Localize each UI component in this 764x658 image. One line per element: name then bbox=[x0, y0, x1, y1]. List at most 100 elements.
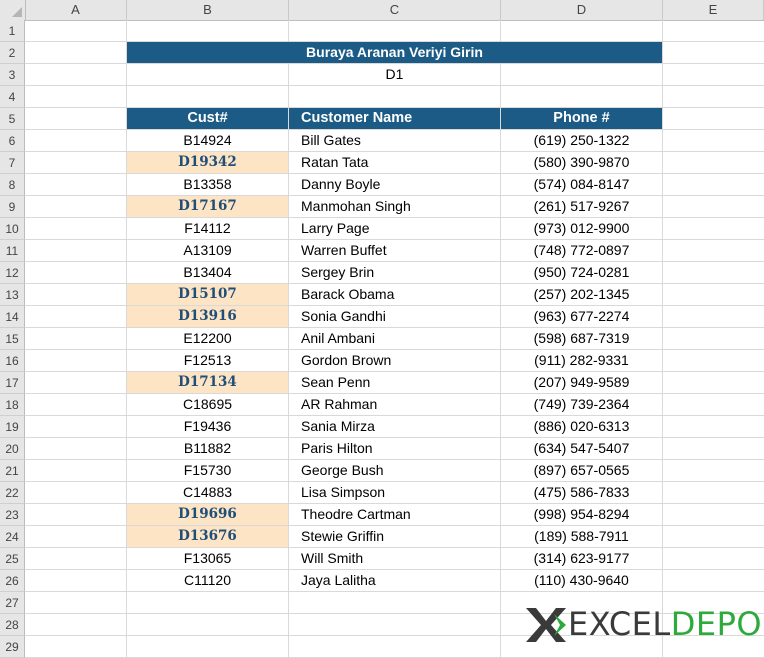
phone-cell[interactable]: (314) 623-9177 bbox=[501, 548, 662, 569]
row-header-15[interactable]: 15 bbox=[0, 328, 25, 350]
column-header-b[interactable]: B bbox=[127, 0, 289, 20]
cust-cell[interactable]: C11120 bbox=[127, 570, 288, 591]
row-header-5[interactable]: 5 bbox=[0, 108, 25, 130]
row-header-17[interactable]: 17 bbox=[0, 372, 25, 394]
customer-name-cell[interactable]: George Bush bbox=[289, 460, 500, 481]
customer-name-cell[interactable]: Manmohan Singh bbox=[289, 196, 500, 217]
row-header-7[interactable]: 7 bbox=[0, 152, 25, 174]
customer-name-cell[interactable]: Bill Gates bbox=[289, 130, 500, 151]
row-header-6[interactable]: 6 bbox=[0, 130, 25, 152]
cust-cell-highlighted[interactable]: D13676 bbox=[127, 526, 288, 547]
phone-cell[interactable]: (886) 020-6313 bbox=[501, 416, 662, 437]
cust-cell[interactable]: B11882 bbox=[127, 438, 288, 459]
customer-name-cell[interactable]: Will Smith bbox=[289, 548, 500, 569]
row-header-13[interactable]: 13 bbox=[0, 284, 25, 306]
cust-cell[interactable]: F15730 bbox=[127, 460, 288, 481]
header-phone[interactable]: Phone # bbox=[501, 108, 662, 129]
phone-cell[interactable]: (189) 588-7911 bbox=[501, 526, 662, 547]
cust-cell[interactable]: F12513 bbox=[127, 350, 288, 371]
row-header-22[interactable]: 22 bbox=[0, 482, 25, 504]
phone-cell[interactable]: (598) 687-7319 bbox=[501, 328, 662, 349]
customer-name-cell[interactable]: Warren Buffet bbox=[289, 240, 500, 261]
customer-name-cell[interactable]: Gordon Brown bbox=[289, 350, 500, 371]
phone-cell[interactable]: (110) 430-9640 bbox=[501, 570, 662, 591]
cust-cell[interactable]: C14883 bbox=[127, 482, 288, 503]
row-header-26[interactable]: 26 bbox=[0, 570, 25, 592]
select-all-button[interactable] bbox=[0, 0, 26, 20]
cust-cell-highlighted[interactable]: D13916 bbox=[127, 306, 288, 327]
row-header-2[interactable]: 2 bbox=[0, 42, 25, 64]
customer-name-cell[interactable]: Sergey Brin bbox=[289, 262, 500, 283]
phone-cell[interactable]: (748) 772-0897 bbox=[501, 240, 662, 261]
phone-cell[interactable]: (619) 250-1322 bbox=[501, 130, 662, 151]
row-header-27[interactable]: 27 bbox=[0, 592, 25, 614]
banner-title-cell[interactable]: Buraya Aranan Veriyi Girin bbox=[127, 42, 662, 63]
customer-name-cell[interactable]: Jaya Lalitha bbox=[289, 570, 500, 591]
phone-cell[interactable]: (897) 657-0565 bbox=[501, 460, 662, 481]
cust-cell[interactable]: F14112 bbox=[127, 218, 288, 239]
cust-cell[interactable]: A13109 bbox=[127, 240, 288, 261]
phone-cell[interactable]: (911) 282-9331 bbox=[501, 350, 662, 371]
customer-name-cell[interactable]: Barack Obama bbox=[289, 284, 500, 305]
cust-cell[interactable]: F13065 bbox=[127, 548, 288, 569]
customer-name-cell[interactable]: Paris Hilton bbox=[289, 438, 500, 459]
phone-cell[interactable]: (580) 390-9870 bbox=[501, 152, 662, 173]
row-header-8[interactable]: 8 bbox=[0, 174, 25, 196]
phone-cell[interactable]: (574) 084-8147 bbox=[501, 174, 662, 195]
row-header-28[interactable]: 28 bbox=[0, 614, 25, 636]
header-customer-name[interactable]: Customer Name bbox=[289, 108, 500, 129]
row-header-16[interactable]: 16 bbox=[0, 350, 25, 372]
phone-cell[interactable]: (963) 677-2274 bbox=[501, 306, 662, 327]
search-value-cell[interactable]: D1 bbox=[127, 64, 662, 85]
customer-name-cell[interactable]: Stewie Griffin bbox=[289, 526, 500, 547]
row-header-20[interactable]: 20 bbox=[0, 438, 25, 460]
phone-cell[interactable]: (973) 012-9900 bbox=[501, 218, 662, 239]
row-header-1[interactable]: 1 bbox=[0, 20, 25, 42]
row-header-25[interactable]: 25 bbox=[0, 548, 25, 570]
row-header-3[interactable]: 3 bbox=[0, 64, 25, 86]
customer-name-cell[interactable]: Larry Page bbox=[289, 218, 500, 239]
row-header-12[interactable]: 12 bbox=[0, 262, 25, 284]
row-header-29[interactable]: 29 bbox=[0, 636, 25, 658]
phone-cell[interactable]: (207) 949-9589 bbox=[501, 372, 662, 393]
phone-cell[interactable]: (475) 586-7833 bbox=[501, 482, 662, 503]
cust-cell-highlighted[interactable]: D15107 bbox=[127, 284, 288, 305]
cust-cell-highlighted[interactable]: D19696 bbox=[127, 504, 288, 525]
row-header-14[interactable]: 14 bbox=[0, 306, 25, 328]
cust-cell-highlighted[interactable]: D17134 bbox=[127, 372, 288, 393]
column-header-e[interactable]: E bbox=[663, 0, 764, 20]
row-header-10[interactable]: 10 bbox=[0, 218, 25, 240]
cust-cell[interactable]: B13358 bbox=[127, 174, 288, 195]
cust-cell[interactable]: E12200 bbox=[127, 328, 288, 349]
row-header-24[interactable]: 24 bbox=[0, 526, 25, 548]
customer-name-cell[interactable]: Sonia Gandhi bbox=[289, 306, 500, 327]
customer-name-cell[interactable]: Sean Penn bbox=[289, 372, 500, 393]
row-header-21[interactable]: 21 bbox=[0, 460, 25, 482]
customer-name-cell[interactable]: Sania Mirza bbox=[289, 416, 500, 437]
cust-cell[interactable]: F19436 bbox=[127, 416, 288, 437]
phone-cell[interactable]: (261) 517-9267 bbox=[501, 196, 662, 217]
row-header-23[interactable]: 23 bbox=[0, 504, 25, 526]
customer-name-cell[interactable]: Danny Boyle bbox=[289, 174, 500, 195]
column-header-d[interactable]: D bbox=[501, 0, 663, 20]
row-header-18[interactable]: 18 bbox=[0, 394, 25, 416]
customer-name-cell[interactable]: Theodre Cartman bbox=[289, 504, 500, 525]
phone-cell[interactable]: (950) 724-0281 bbox=[501, 262, 662, 283]
customer-name-cell[interactable]: AR Rahman bbox=[289, 394, 500, 415]
phone-cell[interactable]: (634) 547-5407 bbox=[501, 438, 662, 459]
customer-name-cell[interactable]: Anil Ambani bbox=[289, 328, 500, 349]
cust-cell[interactable]: B13404 bbox=[127, 262, 288, 283]
column-header-a[interactable]: A bbox=[25, 0, 127, 20]
phone-cell[interactable]: (998) 954-8294 bbox=[501, 504, 662, 525]
customer-name-cell[interactable]: Ratan Tata bbox=[289, 152, 500, 173]
phone-cell[interactable]: (257) 202-1345 bbox=[501, 284, 662, 305]
cust-cell[interactable]: C18695 bbox=[127, 394, 288, 415]
header-cust-number[interactable]: Cust# bbox=[127, 108, 288, 129]
row-header-4[interactable]: 4 bbox=[0, 86, 25, 108]
column-header-c[interactable]: C bbox=[289, 0, 501, 20]
row-header-19[interactable]: 19 bbox=[0, 416, 25, 438]
cust-cell[interactable]: B14924 bbox=[127, 130, 288, 151]
phone-cell[interactable]: (749) 739-2364 bbox=[501, 394, 662, 415]
cust-cell-highlighted[interactable]: D17167 bbox=[127, 196, 288, 217]
row-header-11[interactable]: 11 bbox=[0, 240, 25, 262]
